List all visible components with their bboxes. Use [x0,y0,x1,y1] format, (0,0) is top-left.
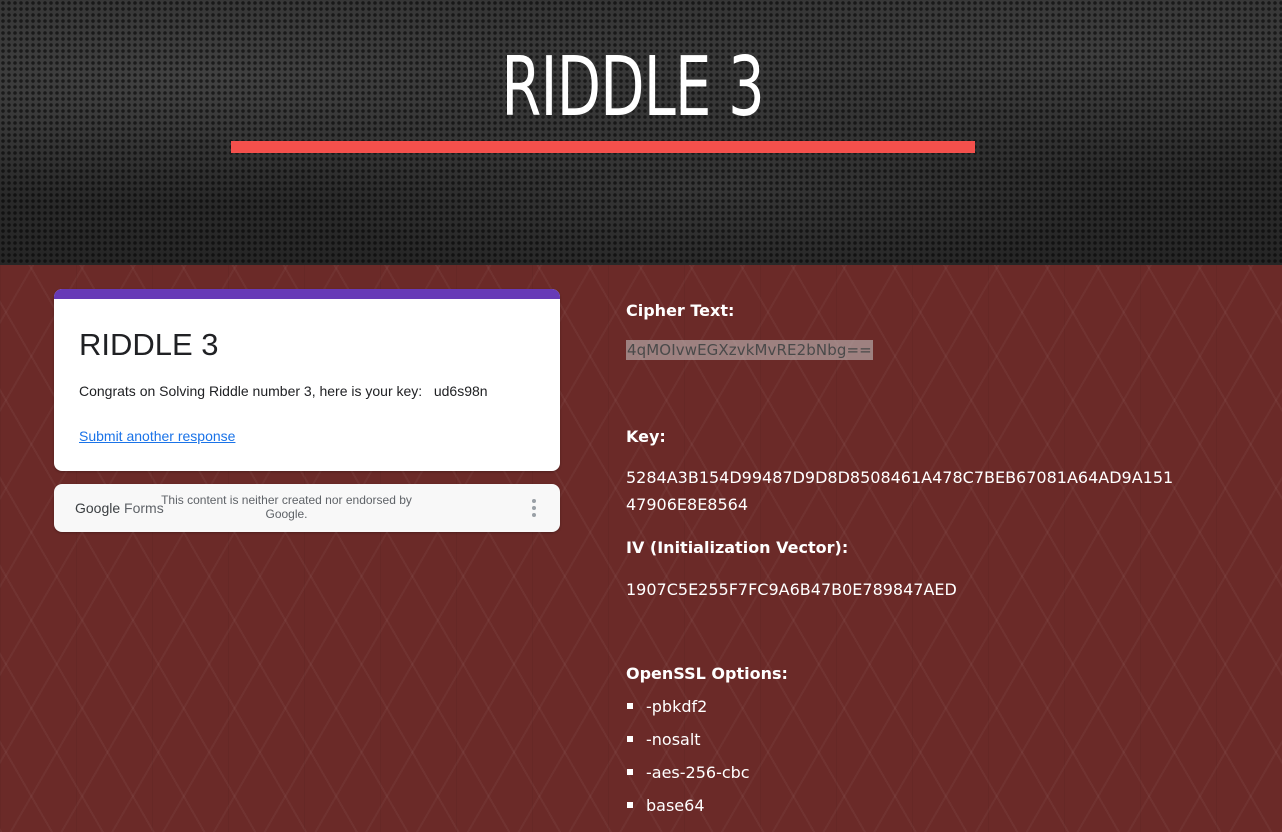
list-item: -pbkdf2 [626,690,750,723]
cipher-text-value[interactable]: 4qMOIvwEGXzvkMvRE2bNbg== [626,340,873,360]
more-vert-icon[interactable] [530,497,538,519]
iv-label: IV (Initialization Vector): [626,538,849,557]
bullet-icon [627,703,633,709]
submit-another-response-link[interactable]: Submit another response [79,428,235,444]
bullet-icon [627,736,633,742]
form-confirmation-message: Congrats on Solving Riddle number 3, her… [79,383,488,399]
openssl-options-label: OpenSSL Options: [626,664,788,683]
page-header: RIDDLE 3 [0,0,1282,265]
forms-disclaimer: This content is neither created nor endo… [161,493,412,521]
title-underline [231,141,975,153]
list-item: base64 [626,789,750,822]
key-label: Key: [626,427,666,446]
key-value: 5284A3B154D99487D9D8D8508461A478C7BEB670… [626,464,1173,518]
key-value-line-2: 47906E8E8564 [626,495,749,514]
google-form-embed: RIDDLE 3 Congrats on Solving Riddle numb… [54,289,560,471]
bullet-icon [627,802,633,808]
key-value-line-1: 5284A3B154D99487D9D8D8508461A478C7BEB670… [626,468,1174,487]
main-content: RIDDLE 3 Congrats on Solving Riddle numb… [0,265,1282,832]
cipher-text-label: Cipher Text: [626,301,735,320]
google-forms-logo[interactable]: Google Forms [75,500,164,516]
page-title: RIDDLE 3 [501,40,764,135]
google-forms-footer: Google Forms This content is neither cre… [54,484,560,532]
bullet-icon [627,769,633,775]
iv-value: 1907C5E255F7FC9A6B47B0E789847AED [626,580,957,599]
forms-wordmark: Forms [124,500,164,516]
google-wordmark: Google [75,500,121,516]
form-accent-bar [54,289,560,299]
openssl-options-list: -pbkdf2 -nosalt -aes-256-cbc base64 [626,690,750,822]
form-title: RIDDLE 3 [79,327,219,362]
list-item: -aes-256-cbc [626,756,750,789]
cipher-text-value-wrap: 4qMOIvwEGXzvkMvRE2bNbg== [626,340,873,360]
list-item: -nosalt [626,723,750,756]
